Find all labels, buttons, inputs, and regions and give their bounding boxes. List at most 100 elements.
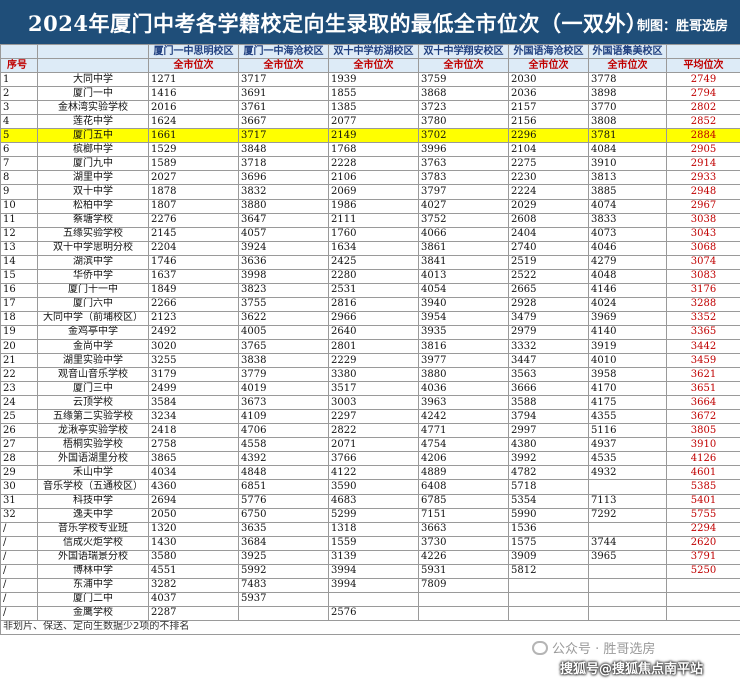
row-index: 12 <box>0 226 38 242</box>
rank-cell: 4175 <box>588 395 667 411</box>
average-rank: 3068 <box>666 240 740 256</box>
rank-cell: 2296 <box>508 128 589 144</box>
table-row: 16 厦门十一中 1849 3823 2531 4054 2665 4146 3176 <box>0 282 740 298</box>
rank-cell: 1807 <box>148 198 239 214</box>
header-average: 平均位次 <box>666 58 740 74</box>
rank-cell: 3588 <box>508 395 589 411</box>
rank-cell: 3770 <box>588 100 667 116</box>
table-row: 6 槟榔中学 1529 3848 1768 3996 2104 4084 2905 <box>0 142 740 158</box>
average-rank: 2905 <box>666 142 740 158</box>
rank-cell: 3763 <box>418 156 509 172</box>
average-rank <box>666 605 740 621</box>
rank-cell: 2297 <box>328 409 419 425</box>
footnote-row: 非划片、保送、定向生数据少2项的不排名 <box>0 619 740 635</box>
rank-cell: 2123 <box>148 310 239 326</box>
average-rank: 3791 <box>666 549 740 565</box>
rank-cell: 4073 <box>588 226 667 242</box>
rank-cell: 3909 <box>508 549 589 565</box>
rank-cell: 2404 <box>508 226 589 242</box>
header-campus: 厦门一中海沧校区 <box>238 43 329 60</box>
row-index: 25 <box>0 409 38 425</box>
school-name: 金尚中学 <box>37 338 149 355</box>
rank-cell: 2071 <box>328 437 419 453</box>
average-rank: 2802 <box>666 100 740 116</box>
rank-cell: 1271 <box>148 72 239 88</box>
row-index: 3 <box>0 100 38 116</box>
row-index: / <box>0 563 38 579</box>
rank-cell: 2145 <box>148 226 239 242</box>
table-row: 32 逸夫中学 2050 6750 5299 7151 5990 7292 5755 <box>0 507 740 523</box>
table-row: / 博林中学 4551 5992 3994 5931 5812 5250 <box>0 563 740 579</box>
rank-cell: 2499 <box>148 381 239 397</box>
rank-cell: 5718 <box>508 479 589 495</box>
rank-cell: 3994 <box>328 577 419 593</box>
average-rank: 3664 <box>666 395 740 411</box>
table-row: 20 金尚中学 3020 3765 2801 3816 3332 3919 3442 <box>0 338 740 355</box>
rank-cell: 3584 <box>148 395 239 411</box>
average-rank: 4601 <box>666 465 740 481</box>
rank-cell: 4170 <box>588 381 667 397</box>
rank-cell: 2740 <box>508 240 589 256</box>
rank-cell: 6851 <box>238 479 329 495</box>
row-index: 22 <box>0 367 38 383</box>
rank-cell <box>588 577 667 593</box>
rank-cell: 1318 <box>328 521 419 537</box>
rank-cell: 3020 <box>148 338 239 355</box>
rank-cell: 2801 <box>328 338 419 355</box>
rank-cell: 2758 <box>148 437 239 453</box>
rank-cell: 2036 <box>508 86 589 102</box>
average-rank: 3074 <box>666 254 740 270</box>
rank-cell: 3841 <box>418 254 509 270</box>
table-row: 30 音乐学校（五通校区） 4360 6851 3590 6408 5718 5385 <box>0 479 740 495</box>
row-index: 28 <box>0 451 38 467</box>
ranking-table: 厦门一中思明校区 厦门一中海沧校区 双十中学枋湖校区 双十中学翔安校区 外国语海… <box>0 43 740 635</box>
rank-cell: 7483 <box>238 577 329 593</box>
average-rank: 3805 <box>666 423 740 439</box>
rank-cell: 4771 <box>418 423 509 439</box>
school-name: 厦门二中 <box>37 591 149 607</box>
rank-cell: 4140 <box>588 324 667 340</box>
rank-cell: 2106 <box>328 170 419 186</box>
wechat-watermark-text: 公众号 · 胜哥选房 <box>552 642 656 657</box>
rank-cell <box>508 577 589 593</box>
rank-cell: 3935 <box>418 324 509 340</box>
rank-cell: 3794 <box>508 409 589 425</box>
school-name: 逸夫中学 <box>37 507 149 523</box>
rank-cell: 1878 <box>148 184 239 200</box>
rank-cell: 3647 <box>238 212 329 228</box>
rank-cell <box>588 605 667 621</box>
row-index: 27 <box>0 437 38 453</box>
school-name: 金鹰学校 <box>37 605 149 621</box>
rank-cell: 1768 <box>328 142 419 158</box>
rank-cell: 3781 <box>588 128 667 144</box>
rank-cell: 3139 <box>328 549 419 565</box>
rank-cell: 3517 <box>328 381 419 397</box>
rank-cell: 5990 <box>508 507 589 523</box>
school-name: 湖滨中学 <box>37 254 149 270</box>
row-index: 32 <box>0 507 38 523</box>
rank-cell: 2966 <box>328 310 419 326</box>
rank-cell: 3925 <box>238 549 329 565</box>
average-rank: 3043 <box>666 226 740 242</box>
average-rank: 2948 <box>666 184 740 200</box>
rank-cell: 3332 <box>508 338 589 355</box>
school-name: 华侨中学 <box>37 268 149 284</box>
rank-cell: 3838 <box>238 353 329 369</box>
rank-cell: 3963 <box>418 395 509 411</box>
row-index: 14 <box>0 254 38 270</box>
rank-cell: 4226 <box>418 549 509 565</box>
rank-cell: 4380 <box>508 437 589 453</box>
rank-cell: 3744 <box>588 535 667 551</box>
rank-cell: 4551 <box>148 563 239 579</box>
row-index: 4 <box>0 114 38 130</box>
rank-cell: 3702 <box>418 128 509 144</box>
row-index: 29 <box>0 465 38 481</box>
rank-cell: 1760 <box>328 226 419 242</box>
header-index: 序号 <box>0 58 38 74</box>
average-rank: 2294 <box>666 521 740 537</box>
table-row: / 金鹰学校 2287 2576 <box>0 605 740 621</box>
school-name: 莲花中学 <box>37 114 149 130</box>
average-rank: 2914 <box>666 156 740 172</box>
rank-cell: 4037 <box>148 591 239 607</box>
school-name: 外国语瑞景分校 <box>37 549 149 565</box>
